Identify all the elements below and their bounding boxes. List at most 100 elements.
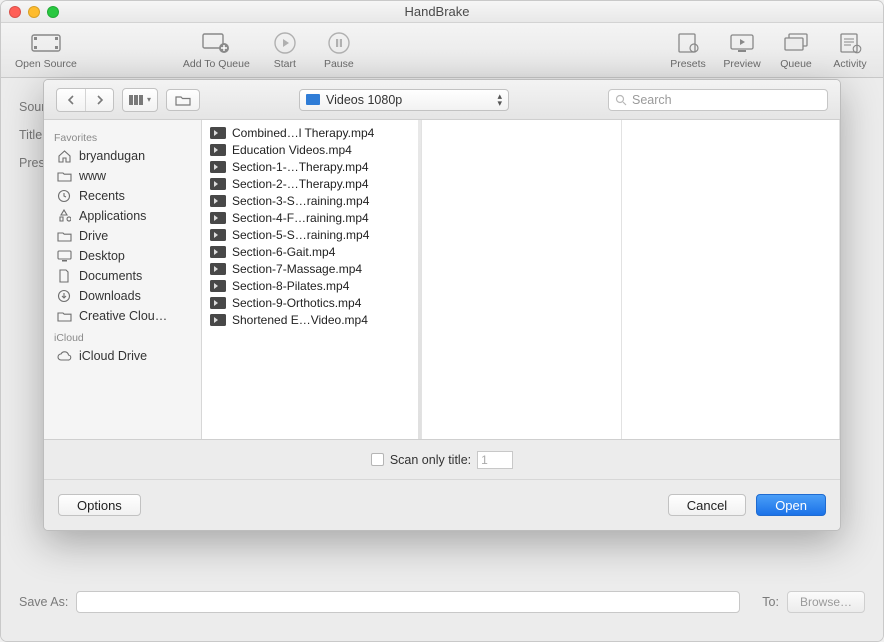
folder-icon [306, 94, 320, 105]
sidebar-item-label: Downloads [79, 289, 141, 303]
file-row[interactable]: Section-1-…Therapy.mp4 [202, 158, 421, 175]
video-icon [210, 263, 226, 275]
file-name: Education Videos.mp4 [232, 143, 352, 157]
sidebar-item-label: Recents [79, 189, 125, 203]
dialog-footer: Options Cancel Open [44, 480, 840, 530]
file-name: Section-7-Massage.mp4 [232, 262, 362, 276]
download-icon [56, 290, 72, 303]
updown-icon: ▴▾ [497, 93, 502, 107]
file-row[interactable]: Section-9-Orthotics.mp4 [202, 294, 421, 311]
video-icon [210, 161, 226, 173]
clock-icon [56, 190, 72, 203]
scan-only-label: Scan only title: [390, 453, 471, 467]
options-button[interactable]: Options [58, 494, 141, 516]
sidebar-item-label: bryandugan [79, 149, 145, 163]
preview-button[interactable]: Preview [715, 30, 769, 70]
presets-icon [673, 30, 703, 56]
folder-icon [175, 94, 191, 106]
video-icon [210, 229, 226, 241]
file-name: Section-2-…Therapy.mp4 [232, 177, 369, 191]
video-icon [210, 127, 226, 139]
cancel-button[interactable]: Cancel [668, 494, 746, 516]
file-row[interactable]: Shortened E…Video.mp4 [202, 311, 421, 328]
cloud-icon [56, 350, 72, 363]
file-row[interactable]: Section-8-Pilates.mp4 [202, 277, 421, 294]
pause-button[interactable]: Pause [312, 30, 366, 70]
activity-icon [835, 30, 865, 56]
file-name: Combined…l Therapy.mp4 [232, 126, 374, 140]
file-row[interactable]: Section-4-F…raining.mp4 [202, 209, 421, 226]
add-to-queue-button[interactable]: Add To Queue [175, 30, 258, 70]
file-row[interactable]: Combined…l Therapy.mp4 [202, 124, 421, 141]
to-label: To: [762, 595, 779, 609]
pause-icon [324, 30, 354, 56]
queue-icon [781, 30, 811, 56]
sidebar-item[interactable]: Applications [44, 206, 201, 226]
back-button[interactable] [57, 89, 85, 111]
sidebar-item[interactable]: www [44, 166, 201, 186]
file-row[interactable]: Education Videos.mp4 [202, 141, 421, 158]
folder-icon [56, 170, 72, 183]
titlebar: HandBrake [1, 1, 883, 23]
sidebar-item-label: iCloud Drive [79, 349, 147, 363]
file-name: Section-3-S…raining.mp4 [232, 194, 369, 208]
sidebar-item[interactable]: Creative Clou… [44, 306, 201, 326]
file-name: Shortened E…Video.mp4 [232, 313, 368, 327]
file-row[interactable]: Section-5-S…raining.mp4 [202, 226, 421, 243]
start-button[interactable]: Start [258, 30, 312, 70]
file-browser: Favorites bryandugan www Recents Application… [44, 120, 840, 440]
file-name: Section-5-S…raining.mp4 [232, 228, 369, 242]
sidebar-item[interactable]: Recents [44, 186, 201, 206]
sidebar-item[interactable]: Desktop [44, 246, 201, 266]
search-placeholder: Search [632, 93, 672, 107]
video-icon [210, 280, 226, 292]
file-name: Section-8-Pilates.mp4 [232, 279, 349, 293]
save-as-field[interactable] [76, 591, 740, 613]
video-icon [210, 178, 226, 190]
video-icon [210, 195, 226, 207]
save-row: Save As: To: Browse… [19, 591, 865, 613]
video-icon [210, 314, 226, 326]
search-icon [615, 94, 627, 106]
browse-button[interactable]: Browse… [787, 591, 865, 613]
file-column-2[interactable] [422, 120, 622, 439]
queue-button[interactable]: Queue [769, 30, 823, 70]
home-icon [56, 150, 72, 163]
sidebar-item[interactable]: bryandugan [44, 146, 201, 166]
app-window: HandBrake Open Source Add To Queue Start [0, 0, 884, 642]
file-column-1[interactable]: Combined…l Therapy.mp4 Education Videos.m… [202, 120, 422, 439]
preview-icon [727, 30, 757, 56]
path-label: Videos 1080p [326, 93, 491, 107]
scan-title-input[interactable] [477, 451, 513, 469]
folder-icon [56, 230, 72, 243]
file-row[interactable]: Section-7-Massage.mp4 [202, 260, 421, 277]
forward-button[interactable] [85, 89, 113, 111]
sidebar-item[interactable]: Downloads [44, 286, 201, 306]
file-row[interactable]: Section-3-S…raining.mp4 [202, 192, 421, 209]
sidebar-item[interactable]: iCloud Drive [44, 346, 201, 366]
view-mode-button[interactable]: ▾ [123, 89, 157, 111]
scan-row: Scan only title: [44, 440, 840, 480]
presets-button[interactable]: Presets [661, 30, 715, 70]
chevron-down-icon: ▾ [147, 95, 151, 104]
sidebar-item[interactable]: Documents [44, 266, 201, 286]
sidebar-item-label: Applications [79, 209, 146, 223]
video-icon [210, 144, 226, 156]
sidebar-header: Favorites [44, 126, 201, 146]
scan-only-checkbox[interactable] [371, 453, 384, 466]
group-button[interactable] [166, 89, 200, 111]
sidebar-item-label: Desktop [79, 249, 125, 263]
sidebar-item-label: Creative Clou… [79, 309, 167, 323]
columns-icon [129, 94, 145, 106]
activity-button[interactable]: Activity [823, 30, 877, 70]
doc-icon [56, 270, 72, 283]
search-field[interactable]: Search [608, 89, 828, 111]
video-icon [210, 212, 226, 224]
sidebar-item[interactable]: Drive [44, 226, 201, 246]
path-popup[interactable]: Videos 1080p ▴▾ [299, 89, 509, 111]
open-button[interactable]: Open [756, 494, 826, 516]
file-row[interactable]: Section-6-Gait.mp4 [202, 243, 421, 260]
open-source-button[interactable]: Open Source [7, 30, 85, 70]
file-column-3[interactable] [622, 120, 840, 439]
file-row[interactable]: Section-2-…Therapy.mp4 [202, 175, 421, 192]
